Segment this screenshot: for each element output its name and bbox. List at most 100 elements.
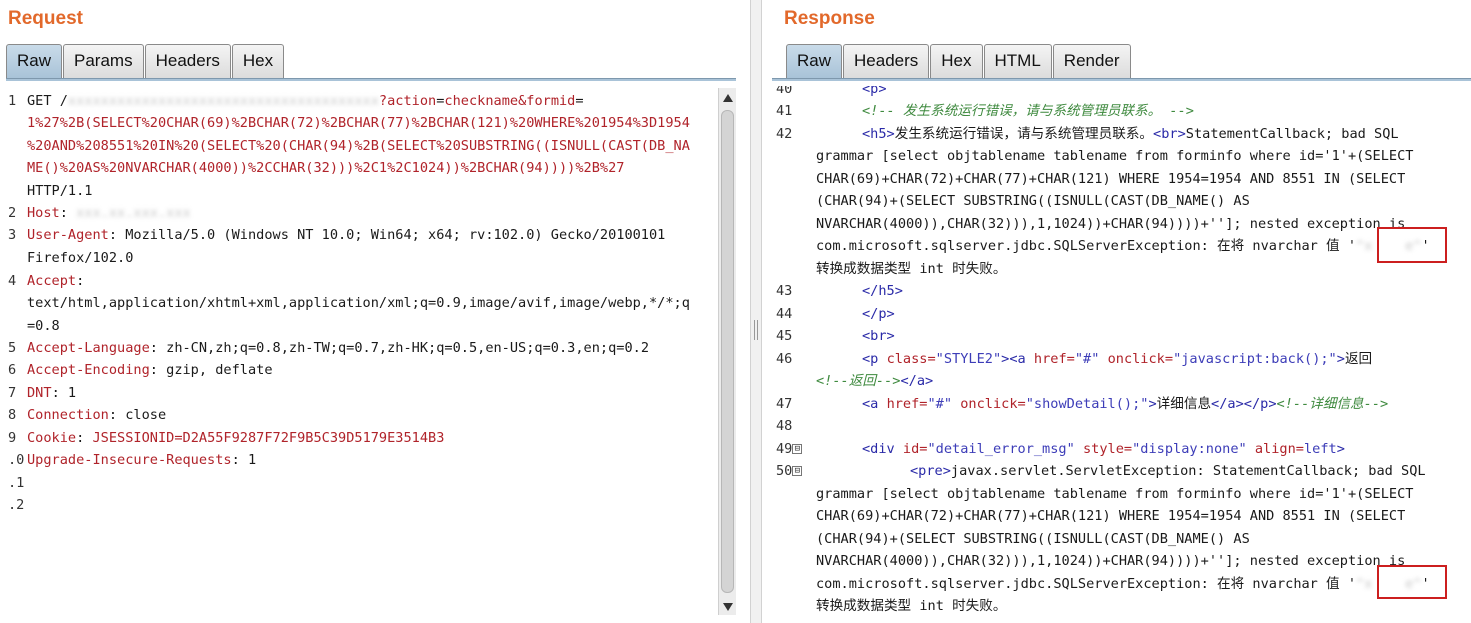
code-line: 转换成数据类型 int 时失败。 bbox=[816, 261, 1007, 277]
query-eq: = bbox=[575, 93, 584, 109]
colon: : bbox=[59, 205, 77, 221]
response-tab-headers[interactable]: Headers bbox=[843, 44, 930, 78]
payload-line: 1%27%2B(SELECT%20CHAR(69)%2BCHAR(72)%2BC… bbox=[27, 115, 690, 131]
response-tab-raw[interactable]: Raw bbox=[786, 44, 843, 78]
cookie-value: =D2A55F9287F72F9B5C39D5179E3514B3 bbox=[174, 430, 445, 446]
code-line: <div id="detail_error_msg" style="displa… bbox=[862, 438, 1345, 461]
colon: : bbox=[76, 430, 93, 446]
response-pane: Response Raw Headers Hex HTML Render 40 … bbox=[762, 0, 1471, 623]
line-number-text: 50 bbox=[776, 463, 793, 479]
error-text: StatementCallback; bad SQL bbox=[1185, 126, 1399, 142]
header-key: Host bbox=[27, 205, 60, 221]
line-number: 48 bbox=[776, 418, 793, 434]
line-number: 43 bbox=[776, 283, 793, 299]
html-attr: href= bbox=[1033, 351, 1075, 367]
line-number: 41 bbox=[776, 103, 793, 119]
code-line: NVARCHAR(4000)),CHAR(32))),1,1024))+CHAR… bbox=[816, 216, 1406, 232]
header-value-cont: text/html,application/xhtml+xml,applicat… bbox=[27, 295, 690, 311]
response-title: Response bbox=[784, 8, 875, 29]
highlight-box bbox=[1377, 227, 1447, 263]
response-tabbar: Raw Headers Hex HTML Render bbox=[786, 44, 1132, 78]
response-editor[interactable]: 40 41 42 43 44 45 46 47 48 49 ⊟ 50 ⊟ <p> <… bbox=[772, 86, 1471, 617]
line-number: 45 bbox=[776, 328, 793, 344]
html-tag: </a></p> bbox=[1211, 396, 1277, 412]
header-value: : Mozilla/5.0 (Windows NT 10.0; Win64; x… bbox=[108, 227, 666, 243]
code-line: 转换成数据类型 int 时失败。 bbox=[816, 598, 1007, 614]
header-host: Host: xxx.xx.xxx.xxx bbox=[27, 202, 191, 225]
line-number: 50 ⊟ bbox=[776, 460, 816, 483]
html-attr: id= bbox=[902, 441, 928, 457]
header-value: : 1 bbox=[231, 452, 257, 468]
header-accept-language: Accept-Language: zh-CN,zh;q=0.8,zh-TW;q=… bbox=[27, 337, 649, 360]
error-text: com.microsoft.sqlserver.jdbc.SQLServerEx… bbox=[816, 238, 1357, 254]
html-attr-value: "#" bbox=[927, 396, 953, 412]
html-tag: ><a bbox=[1001, 351, 1034, 367]
header-connection: Connection: close bbox=[27, 404, 166, 427]
code-line: NVARCHAR(4000)),CHAR(32))),1,1024))+CHAR… bbox=[816, 553, 1406, 569]
line-number-text: 49 bbox=[776, 441, 793, 457]
header-value: : zh-CN,zh;q=0.8,zh-TW;q=0.7,zh-HK;q=0.5… bbox=[149, 340, 649, 356]
fold-collapse-icon[interactable]: ⊟ bbox=[792, 444, 803, 454]
response-tab-underline bbox=[772, 78, 1471, 81]
code-line: <p class="STYLE2"><a href="#" onclick="j… bbox=[862, 348, 1372, 371]
query-key: &formid bbox=[518, 93, 576, 109]
header-user-agent: User-Agent: Mozilla/5.0 (Windows NT 10.0… bbox=[27, 224, 665, 247]
html-attr-value: left bbox=[1303, 441, 1337, 457]
request-scrollbar[interactable] bbox=[718, 88, 736, 615]
splitter-grip-icon[interactable] bbox=[754, 320, 758, 340]
redacted-host: xxx.xx.xxx.xxx bbox=[76, 205, 191, 221]
code-line: <h5>发生系统运行错误，请与系统管理员联系。<br>StatementCall… bbox=[862, 123, 1399, 146]
response-tab-hex[interactable]: Hex bbox=[930, 44, 983, 78]
code-line: <pre>javax.servlet.ServletException: Sta… bbox=[910, 460, 1426, 483]
request-editor[interactable]: 1 2 3 4 5 6 7 8 9 .0 .1 .2 GET /xxxxxxxx… bbox=[0, 86, 718, 617]
html-tag: > bbox=[1336, 351, 1345, 367]
html-tag: <h5> bbox=[862, 126, 895, 142]
header-key: Connection bbox=[27, 407, 109, 423]
query-key: ?action bbox=[378, 93, 437, 109]
header-value: : close bbox=[108, 407, 167, 423]
header-key: Accept bbox=[27, 273, 77, 289]
html-attr-value: "#" bbox=[1074, 351, 1100, 367]
link-text: 返回 bbox=[1344, 351, 1373, 367]
response-tab-html[interactable]: HTML bbox=[983, 44, 1052, 78]
request-title: Request bbox=[8, 8, 83, 29]
pane-splitter[interactable] bbox=[750, 0, 762, 623]
cookie-name: JSESSIONID bbox=[92, 430, 175, 446]
html-attr-value: "showDetail();" bbox=[1025, 396, 1149, 412]
request-tab-raw[interactable]: Raw bbox=[6, 44, 63, 78]
request-line-get: GET /xxxxxxxxxxxxxxxxxxxxxxxxxxxxxxxxxxx… bbox=[27, 90, 584, 113]
html-attr: style= bbox=[1074, 441, 1133, 457]
error-text: javax.servlet.ServletException: Statemen… bbox=[950, 463, 1426, 479]
html-attr: onclick= bbox=[952, 396, 1026, 412]
fold-collapse-icon[interactable]: ⊟ bbox=[792, 466, 803, 476]
html-attr-value: "detail_error_msg" bbox=[927, 441, 1075, 457]
header-key: Accept-Encoding bbox=[27, 362, 150, 378]
header-value-cont: Firefox/102.0 bbox=[27, 250, 134, 266]
code-line: CHAR(69)+CHAR(72)+CHAR(77)+CHAR(121) WHE… bbox=[816, 508, 1406, 524]
header-cookie: Cookie: JSESSIONID=D2A55F9287F72F9B5C39D… bbox=[27, 427, 444, 450]
html-attr-value: "STYLE2" bbox=[935, 351, 1002, 367]
line-number: 46 bbox=[776, 351, 793, 367]
html-tag: > bbox=[1336, 441, 1345, 457]
html-tag: <p bbox=[862, 351, 887, 367]
code-line: grammar [select objtablename tablename f… bbox=[816, 148, 1414, 164]
request-tab-hex[interactable]: Hex bbox=[231, 44, 285, 78]
line-number: 44 bbox=[776, 306, 793, 322]
header-value-cont: =0.8 bbox=[27, 318, 60, 334]
http-method: GET / bbox=[27, 93, 68, 109]
request-tab-params[interactable]: Params bbox=[63, 44, 144, 78]
header-key: Cookie bbox=[27, 430, 77, 446]
header-accept: Accept: bbox=[27, 273, 85, 289]
line-number: .2 bbox=[8, 497, 25, 513]
html-attr-value: "javascript:back();" bbox=[1173, 351, 1337, 367]
header-key: DNT bbox=[27, 385, 52, 401]
scroll-down-icon[interactable] bbox=[723, 603, 733, 611]
query-value: checkname bbox=[444, 93, 519, 109]
code-line: CHAR(69)+CHAR(72)+CHAR(77)+CHAR(121) WHE… bbox=[816, 171, 1406, 187]
request-tab-headers[interactable]: Headers bbox=[144, 44, 231, 78]
html-attr: href= bbox=[886, 396, 928, 412]
request-pane: Request Raw Params Headers Hex 1 2 3 4 5… bbox=[0, 0, 750, 623]
scroll-thumb[interactable] bbox=[721, 110, 734, 593]
response-tab-render[interactable]: Render bbox=[1052, 44, 1131, 78]
scroll-up-icon[interactable] bbox=[723, 94, 733, 102]
